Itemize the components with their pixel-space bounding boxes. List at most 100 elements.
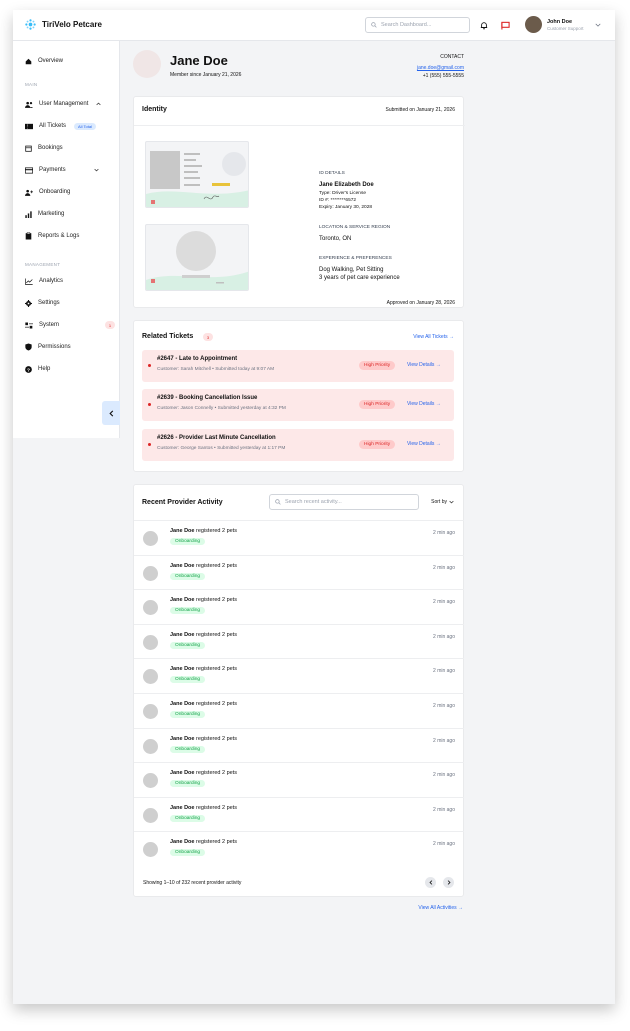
priority-badge: High Priority xyxy=(359,440,396,449)
activity-row[interactable]: Jane Doe registered 2 pets Onboarding 2 mi… xyxy=(134,762,464,797)
activity-tag: Onboarding xyxy=(170,676,206,684)
activity-row[interactable]: Jane Doe registered 2 pets Onboarding 2 mi… xyxy=(134,520,464,555)
search-icon xyxy=(275,499,281,505)
activity-user: Jane Doe xyxy=(170,666,195,673)
activity-text: Jane Doe registered 2 pets xyxy=(170,528,237,534)
sidebar-item-label: Help xyxy=(38,366,51,372)
ticket-row[interactable]: #2639 - Booking Cancellation Issue Custo… xyxy=(142,389,454,421)
activity-user: Jane Doe xyxy=(170,631,195,638)
member-since: Member since January 21, 2026 xyxy=(170,72,242,78)
sidebar-item-permissions[interactable]: Permissions xyxy=(25,342,71,352)
ticket-subtitle: Customer: Sarah Mitchell • Submitted tod… xyxy=(157,367,275,372)
sidebar-collapse-button[interactable] xyxy=(102,401,120,425)
view-all-tickets-link[interactable]: View All Tickets → xyxy=(413,334,454,340)
region-value: Toronto, ON xyxy=(319,236,352,242)
flag-icon[interactable] xyxy=(499,19,511,31)
user-menu[interactable]: John Doe Customer Support xyxy=(525,16,601,33)
view-details-link[interactable]: View Details → xyxy=(407,441,441,447)
app-window: TiriVelo Petcare Search Dashboard... Joh… xyxy=(13,10,615,1004)
activity-action: registered 2 pets xyxy=(194,839,237,846)
sidebar-item-reports-logs[interactable]: Reports & Logs xyxy=(25,231,79,241)
activity-row[interactable]: Jane Doe registered 2 pets Onboarding 2 mi… xyxy=(134,831,464,866)
ticket-row[interactable]: #2647 - Late to Appointment Customer: Sa… xyxy=(142,350,454,382)
sidebar-item-marketing[interactable]: Marketing xyxy=(25,209,64,219)
id-back-image[interactable] xyxy=(145,224,249,291)
chevron-up-icon xyxy=(96,102,101,106)
sidebar-item-label: Permissions xyxy=(38,344,71,350)
sidebar-item-onboarding[interactable]: Onboarding xyxy=(25,187,70,197)
sidebar-item-system[interactable]: System 1 xyxy=(25,320,116,330)
prev-page-button[interactable] xyxy=(425,877,436,888)
activity-text: Jane Doe registered 2 pets xyxy=(170,632,237,638)
activity-row[interactable]: Jane Doe registered 2 pets Onboarding 2 mi… xyxy=(134,658,464,693)
next-page-button[interactable] xyxy=(443,877,454,888)
priority-dot xyxy=(148,403,151,406)
activity-user: Jane Doe xyxy=(170,735,195,742)
view-all-activities-link[interactable]: View All Activities → xyxy=(418,905,463,911)
sort-by-dropdown[interactable]: Sort by xyxy=(431,499,454,505)
identity-title: Identity xyxy=(142,106,167,113)
sidebar-item-overview[interactable]: Overview xyxy=(25,56,63,66)
search-placeholder: Search Dashboard... xyxy=(381,22,432,28)
activity-showing: Showing 1–10 of 232 recent provider acti… xyxy=(143,880,242,886)
experience-label: EXPERIENCE & PREFERENCES xyxy=(319,256,392,261)
activity-row[interactable]: Jane Doe registered 2 pets Onboarding 2 mi… xyxy=(134,693,464,728)
avatar xyxy=(143,634,158,650)
sidebar-item-label: Overview xyxy=(38,58,64,64)
top-bar: TiriVelo Petcare Search Dashboard... Joh… xyxy=(13,10,615,41)
related-tickets-title: Related Tickets xyxy=(142,333,194,340)
bell-icon[interactable] xyxy=(478,19,490,31)
priority-badge: High Priority xyxy=(359,400,396,409)
activity-text: Jane Doe registered 2 pets xyxy=(170,805,237,811)
id-front-image[interactable] xyxy=(145,141,249,208)
home-icon xyxy=(25,58,32,64)
sidebar-item-analytics[interactable]: Analytics xyxy=(25,276,63,286)
dashboard-search-input[interactable]: Search Dashboard... xyxy=(365,17,470,33)
activity-time: 2 min ago xyxy=(433,599,455,606)
sidebar-item-all-tickets[interactable]: All Tickets All Total xyxy=(25,121,96,131)
experience-value: 3 years of pet care experience xyxy=(319,275,400,281)
activity-row[interactable]: Jane Doe registered 2 pets Onboarding 2 mi… xyxy=(134,589,464,624)
activity-user: Jane Doe xyxy=(170,804,195,811)
activity-row[interactable]: Jane Doe registered 2 pets Onboarding 2 mi… xyxy=(134,554,464,590)
activity-tag: Onboarding xyxy=(170,538,206,545)
calendar-icon xyxy=(25,145,32,152)
contact-label: CONTACT xyxy=(440,54,464,60)
ticket-row[interactable]: #2626 - Provider Last Minute Cancellatio… xyxy=(142,429,454,461)
tickets-icon xyxy=(25,123,33,129)
brand[interactable]: TiriVelo Petcare xyxy=(25,19,102,30)
activity-action: registered 2 pets xyxy=(194,804,237,811)
sliders-icon xyxy=(25,322,33,328)
activity-tag: Onboarding xyxy=(170,607,206,615)
activity-row[interactable]: Jane Doe registered 2 pets Onboarding 2 mi… xyxy=(134,796,464,832)
activity-user: Jane Doe xyxy=(170,701,195,707)
sidebar-item-help[interactable]: ? Help xyxy=(25,364,50,374)
sidebar: Overview MAIN User Management All Ticket… xyxy=(13,41,120,438)
activity-action: registered 2 pets xyxy=(194,735,237,742)
activity-row[interactable]: Jane Doe registered 2 pets Onboarding 2 mi… xyxy=(134,623,464,659)
activity-search-input[interactable]: Search recent activity... xyxy=(269,494,419,510)
activity-action: registered 2 pets xyxy=(194,597,237,604)
activity-text: Jane Doe registered 2 pets xyxy=(170,839,237,845)
view-details-link[interactable]: View Details → xyxy=(407,362,441,368)
avatar xyxy=(525,16,542,33)
avatar xyxy=(143,669,158,685)
activity-time: 2 min ago xyxy=(433,564,455,571)
services-value: Dog Walking, Pet Sitting xyxy=(319,267,384,273)
contact-email[interactable]: jane.doe@gmail.com xyxy=(417,65,464,71)
avatar xyxy=(143,738,158,754)
activity-tag: Onboarding xyxy=(170,780,206,788)
activity-row[interactable]: Jane Doe registered 2 pets Onboarding 2 mi… xyxy=(134,727,464,763)
activity-user: Jane Doe xyxy=(170,528,195,534)
activity-time: 2 min ago xyxy=(433,703,455,709)
sidebar-item-user-management[interactable]: User Management xyxy=(25,99,101,109)
sidebar-item-settings[interactable]: Settings xyxy=(25,298,60,308)
view-details-link[interactable]: View Details → xyxy=(407,401,441,407)
sidebar-item-payments[interactable]: Payments xyxy=(25,165,99,175)
sidebar-item-bookings[interactable]: Bookings xyxy=(25,143,63,153)
recent-activity-card: Recent Provider Activity Search recent a… xyxy=(133,484,464,897)
related-tickets-count: 3 xyxy=(203,333,213,341)
ticket-title: #2626 - Provider Last Minute Cancellatio… xyxy=(157,435,276,441)
chevron-right-icon xyxy=(447,880,451,885)
activity-text: Jane Doe registered 2 pets xyxy=(170,597,237,603)
